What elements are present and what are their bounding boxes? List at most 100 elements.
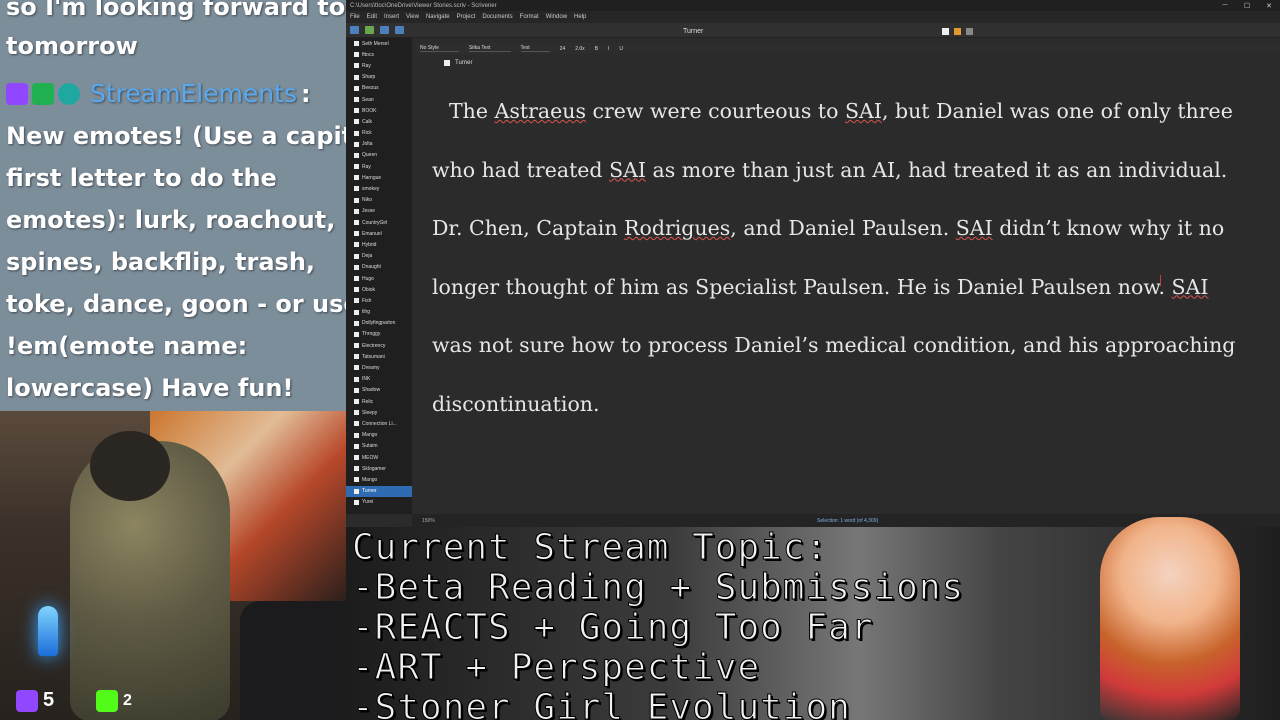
line-spacing-select[interactable]: 2.0x [575, 46, 584, 52]
binder-item[interactable]: Ray [346, 161, 412, 172]
selection-info: Selection: 1 word (of 4,309) [817, 517, 879, 524]
bot-badge-icon [58, 83, 80, 105]
misspelled-word: Astraeus [494, 99, 586, 123]
binder-item[interactable]: Tatsumani [346, 351, 412, 362]
binder-item[interactable]: INK [346, 374, 412, 385]
binder-item[interactable]: Yurei [346, 497, 412, 508]
chat-message-line: !em(emote name: [6, 332, 248, 360]
binder-item[interactable]: smokey [346, 183, 412, 194]
binder-item[interactable]: Jolta [346, 139, 412, 150]
quick-search-icon[interactable] [395, 26, 404, 34]
topic-line: -REACTS + Going Too Far [352, 607, 874, 648]
chat-message-line: emotes): lurk, roachout, [6, 206, 336, 234]
twitch-viewer-value: 5 [43, 689, 55, 711]
binder-item[interactable]: BOOK [346, 105, 412, 116]
add-document-icon[interactable] [365, 26, 374, 34]
binder-item[interactable]: Mango [346, 430, 412, 441]
document-view-icon[interactable] [942, 28, 949, 35]
binder-item[interactable]: Ray [346, 60, 412, 71]
binder-item[interactable]: Harngue [346, 172, 412, 183]
menu-edit[interactable]: Edit [367, 14, 377, 20]
binder-item[interactable]: Rick [346, 128, 412, 139]
binder-item[interactable]: Dreamy [346, 362, 412, 373]
chat-message-line: New emotes! (Use a capital [6, 122, 346, 150]
binder-item[interactable]: MEOW [346, 452, 412, 463]
text-cursor [1160, 275, 1161, 286]
menu-project[interactable]: Project [457, 14, 476, 20]
binder-item[interactable]: Sharp [346, 72, 412, 83]
italic-icon[interactable]: I [608, 46, 609, 52]
topic-line: -Stoner Girl Evolution [352, 687, 851, 720]
binder-item[interactable]: Sean [346, 94, 412, 105]
topic-line: Current Stream Topic: [351, 527, 829, 568]
menu-view[interactable]: View [406, 14, 419, 20]
binder-item[interactable]: Beezus [346, 83, 412, 94]
font-style-select[interactable]: Text [520, 45, 550, 52]
binder-item[interactable]: Shadow [346, 385, 412, 396]
menu-documents[interactable]: Documents [482, 14, 512, 20]
kick-icon [96, 690, 118, 712]
binder-item[interactable]: tllrg [346, 307, 412, 318]
binder-item[interactable]: Mango [346, 474, 412, 485]
editor-text[interactable]: The Astraeus crew were courteous to SAI,… [432, 82, 1252, 433]
zoom-select[interactable]: 150% [422, 518, 435, 524]
minimize-icon[interactable]: ─ [1214, 2, 1236, 9]
style-select[interactable]: No Style [420, 45, 459, 52]
binder-item[interactable]: Connection Li... [346, 418, 412, 429]
broadcaster-badge-icon [6, 83, 28, 105]
close-icon[interactable]: ✕ [1258, 2, 1280, 10]
binder-item[interactable]: Calk [346, 116, 412, 127]
underline-icon[interactable]: U [619, 46, 623, 52]
menu-format[interactable]: Format [520, 14, 539, 20]
binder-item[interactable]: Deja [346, 251, 412, 262]
kick-viewer-value: 2 [123, 692, 132, 709]
menu-window[interactable]: Window [546, 14, 567, 20]
binder-item[interactable]: Electrency [346, 340, 412, 351]
font-size-select[interactable]: 24 [560, 46, 566, 52]
streamer-head [90, 431, 170, 501]
menu-navigate[interactable]: Navigate [426, 14, 450, 20]
binder-item[interactable]: Dnaught [346, 262, 412, 273]
binder-item[interactable]: Emanuel [346, 228, 412, 239]
editor-pane[interactable]: The Astraeus crew were courteous to SAI,… [412, 70, 1280, 514]
kick-viewer-count: 2 [96, 690, 132, 712]
binder-item[interactable]: Niko [346, 195, 412, 206]
view-mode-toggles [942, 28, 973, 35]
folder-icon[interactable] [380, 26, 389, 34]
binder-item[interactable]: Obiok [346, 284, 412, 295]
binder-item[interactable]: Seth Mersel [346, 38, 412, 49]
format-bar: No Style Sitka Text Text 24 2.0x B I U [416, 43, 1280, 54]
binder-item[interactable]: fttocs [346, 49, 412, 60]
binder-item[interactable]: Sklogamer [346, 463, 412, 474]
menu-help[interactable]: Help [574, 14, 586, 20]
menu-insert[interactable]: Insert [384, 14, 399, 20]
scrivener-window: C:\Users\ttoc\OneDrive\Viewer Stories.sc… [346, 0, 1280, 527]
binder-item[interactable]: Dollyfingparton [346, 318, 412, 329]
binder-item[interactable]: CountryGirl [346, 217, 412, 228]
binder-item[interactable]: Hugo [346, 273, 412, 284]
misspelled-word: Rodrigues [624, 216, 731, 240]
menu-file[interactable]: File [350, 14, 360, 20]
binder-item[interactable]: Jesse [346, 206, 412, 217]
binder-item[interactable]: Hybrid [346, 239, 412, 250]
twitch-icon [16, 689, 38, 712]
moderator-badge-icon [32, 83, 54, 105]
binder-item[interactable]: Throggy [346, 329, 412, 340]
binder-item[interactable]: Queen [346, 150, 412, 161]
binder-toggle-icon[interactable] [350, 26, 359, 34]
binder-item[interactable]: Sleepy [346, 407, 412, 418]
outline-view-icon[interactable] [966, 28, 973, 35]
binder-item[interactable]: Relic [346, 396, 412, 407]
corkboard-view-icon[interactable] [954, 28, 961, 35]
maximize-icon[interactable]: ☐ [1236, 2, 1258, 10]
lava-lamp [38, 606, 58, 656]
text-run: , and Daniel Paulsen. [730, 216, 956, 240]
chat-previous-line: tomorrow [6, 32, 138, 60]
font-select[interactable]: Sitka Text [468, 45, 511, 52]
binder-item[interactable]: Sutaim [346, 441, 412, 452]
bold-icon[interactable]: B [595, 46, 598, 52]
document-icon [444, 59, 450, 66]
binder-item[interactable]: Fish [346, 295, 412, 306]
text-run: The [449, 99, 495, 123]
binder-item[interactable]: Turner [346, 485, 412, 497]
